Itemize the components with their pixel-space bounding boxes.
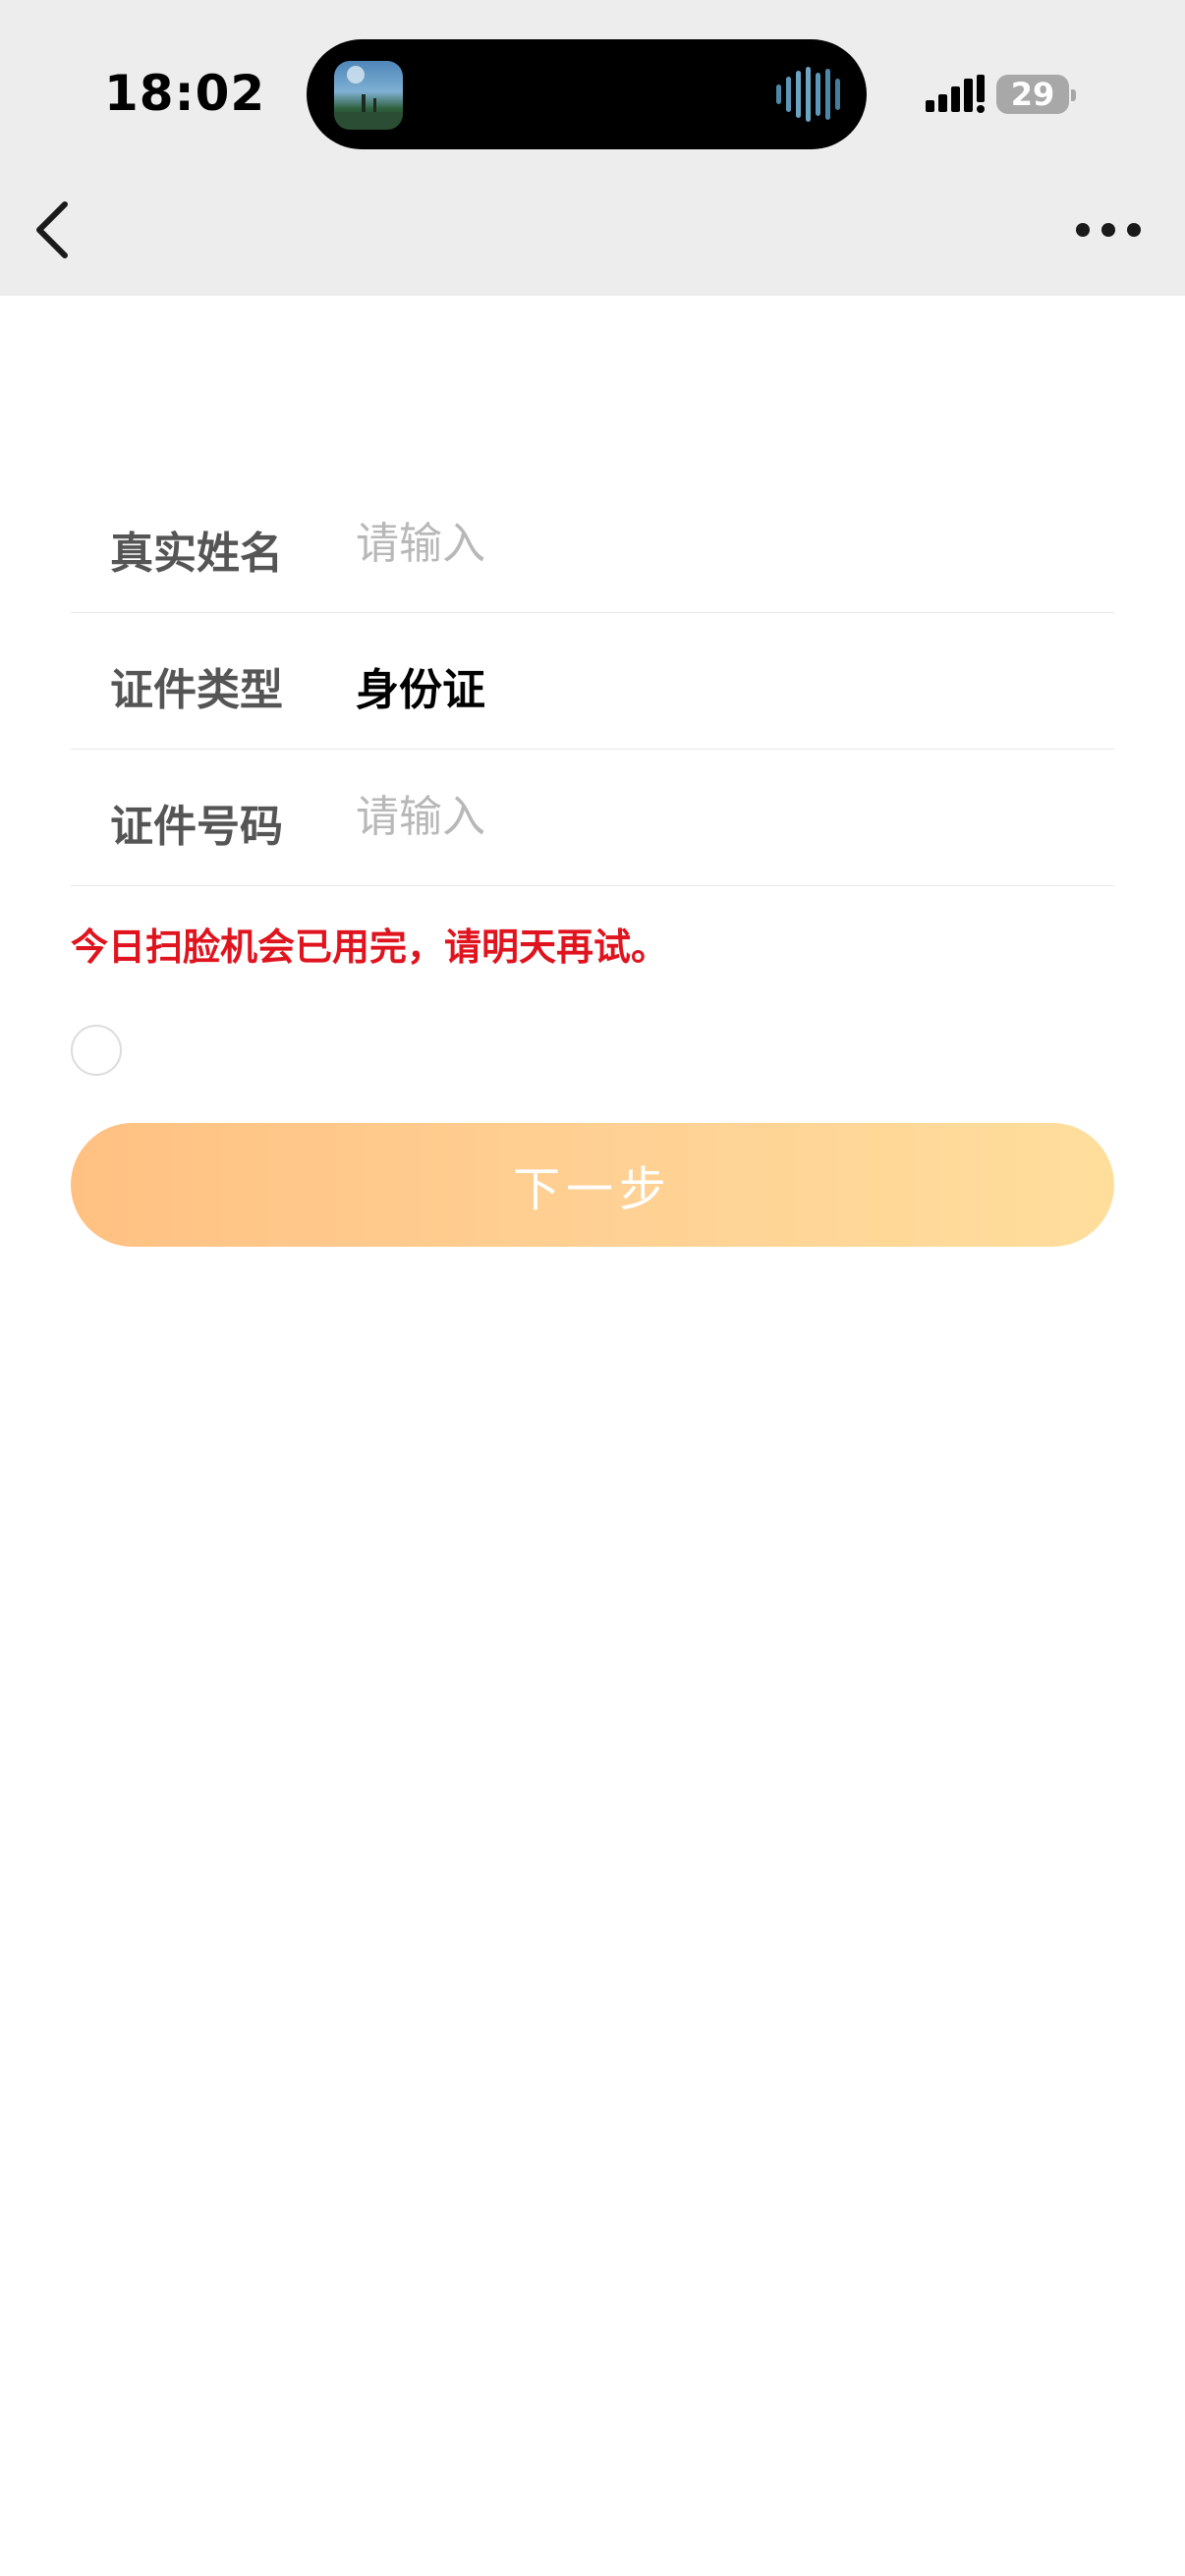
next-step-button[interactable]: 下一步	[71, 1123, 1114, 1247]
battery-level: 29	[1010, 76, 1055, 113]
id-number-input[interactable]	[356, 779, 1083, 854]
id-type-label: 证件类型	[110, 665, 283, 715]
top-bar: 18:02 29	[0, 0, 1185, 296]
id-type-value[interactable]: 身份证	[356, 654, 485, 717]
agreement-radio[interactable]	[71, 1025, 122, 1076]
id-number-label: 证件号码	[110, 802, 283, 852]
identity-form: 真实姓名 证件类型 身份证 证件号码	[71, 476, 1114, 886]
battery-tip	[1071, 89, 1076, 101]
chevron-left-icon[interactable]	[29, 196, 79, 263]
more-dots-icon[interactable]	[1073, 218, 1144, 242]
audio-waveform-icon	[776, 67, 840, 122]
real-name-label: 真实姓名	[110, 529, 283, 579]
real-name-input[interactable]	[356, 506, 1083, 581]
cellular-signal-icon	[926, 75, 985, 113]
battery-icon: 29	[996, 75, 1069, 114]
status-time: 18:02	[104, 65, 266, 122]
real-name-row: 真实姓名	[71, 476, 1114, 613]
id-type-row[interactable]: 证件类型 身份证	[71, 613, 1114, 750]
dynamic-island[interactable]	[307, 39, 867, 149]
id-number-row: 证件号码	[71, 750, 1114, 886]
now-playing-artwork	[334, 61, 403, 130]
error-message: 今日扫脸机会已用完，请明天再试。	[71, 925, 669, 969]
